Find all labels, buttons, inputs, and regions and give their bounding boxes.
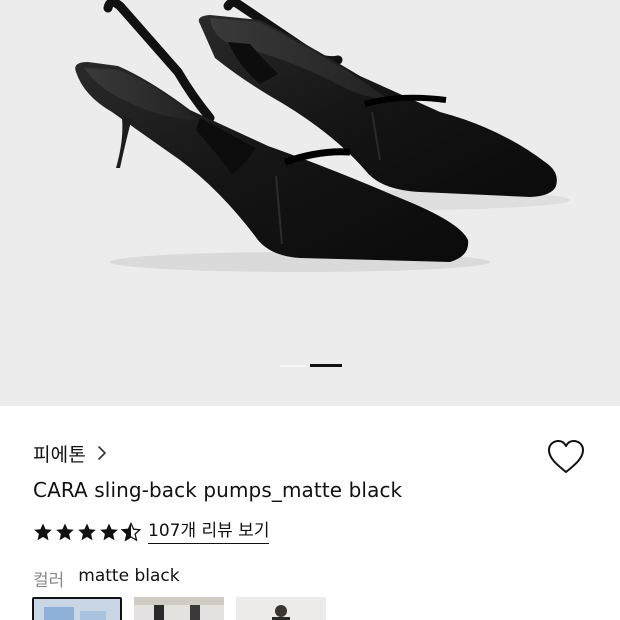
gallery-pagination: [0, 364, 620, 368]
color-swatches: [32, 597, 326, 620]
chevron-right-icon: [98, 446, 106, 460]
product-image: [75, 0, 570, 272]
reviews-link[interactable]: 107개 리뷰 보기: [148, 520, 270, 544]
brand-link[interactable]: 피에톤: [33, 440, 108, 466]
rating-row: 107개 리뷰 보기: [33, 520, 270, 544]
heart-icon[interactable]: [546, 438, 586, 476]
star-half-icon: [121, 522, 141, 542]
product-image-gallery[interactable]: [0, 0, 620, 406]
star-icon: [78, 523, 96, 541]
swatch-3[interactable]: [236, 597, 326, 620]
pagination-dot-active[interactable]: [310, 364, 342, 367]
star-rating: [33, 522, 141, 542]
swatch-1[interactable]: [32, 597, 122, 620]
product-info: 피에톤 CARA sling-back pumps_matte black 10…: [0, 406, 620, 620]
color-label: 컬러: [33, 571, 65, 591]
brand-name[interactable]: 피에톤: [33, 440, 86, 467]
star-icon: [34, 523, 52, 541]
star-icon: [100, 523, 118, 541]
color-value: matte black: [78, 566, 180, 586]
star-icon: [56, 523, 74, 541]
color-option: 컬러 matte black: [33, 566, 180, 591]
pagination-dot[interactable]: [280, 365, 306, 367]
swatch-2[interactable]: [134, 597, 224, 620]
product-title: CARA sling-back pumps_matte black: [33, 478, 403, 502]
